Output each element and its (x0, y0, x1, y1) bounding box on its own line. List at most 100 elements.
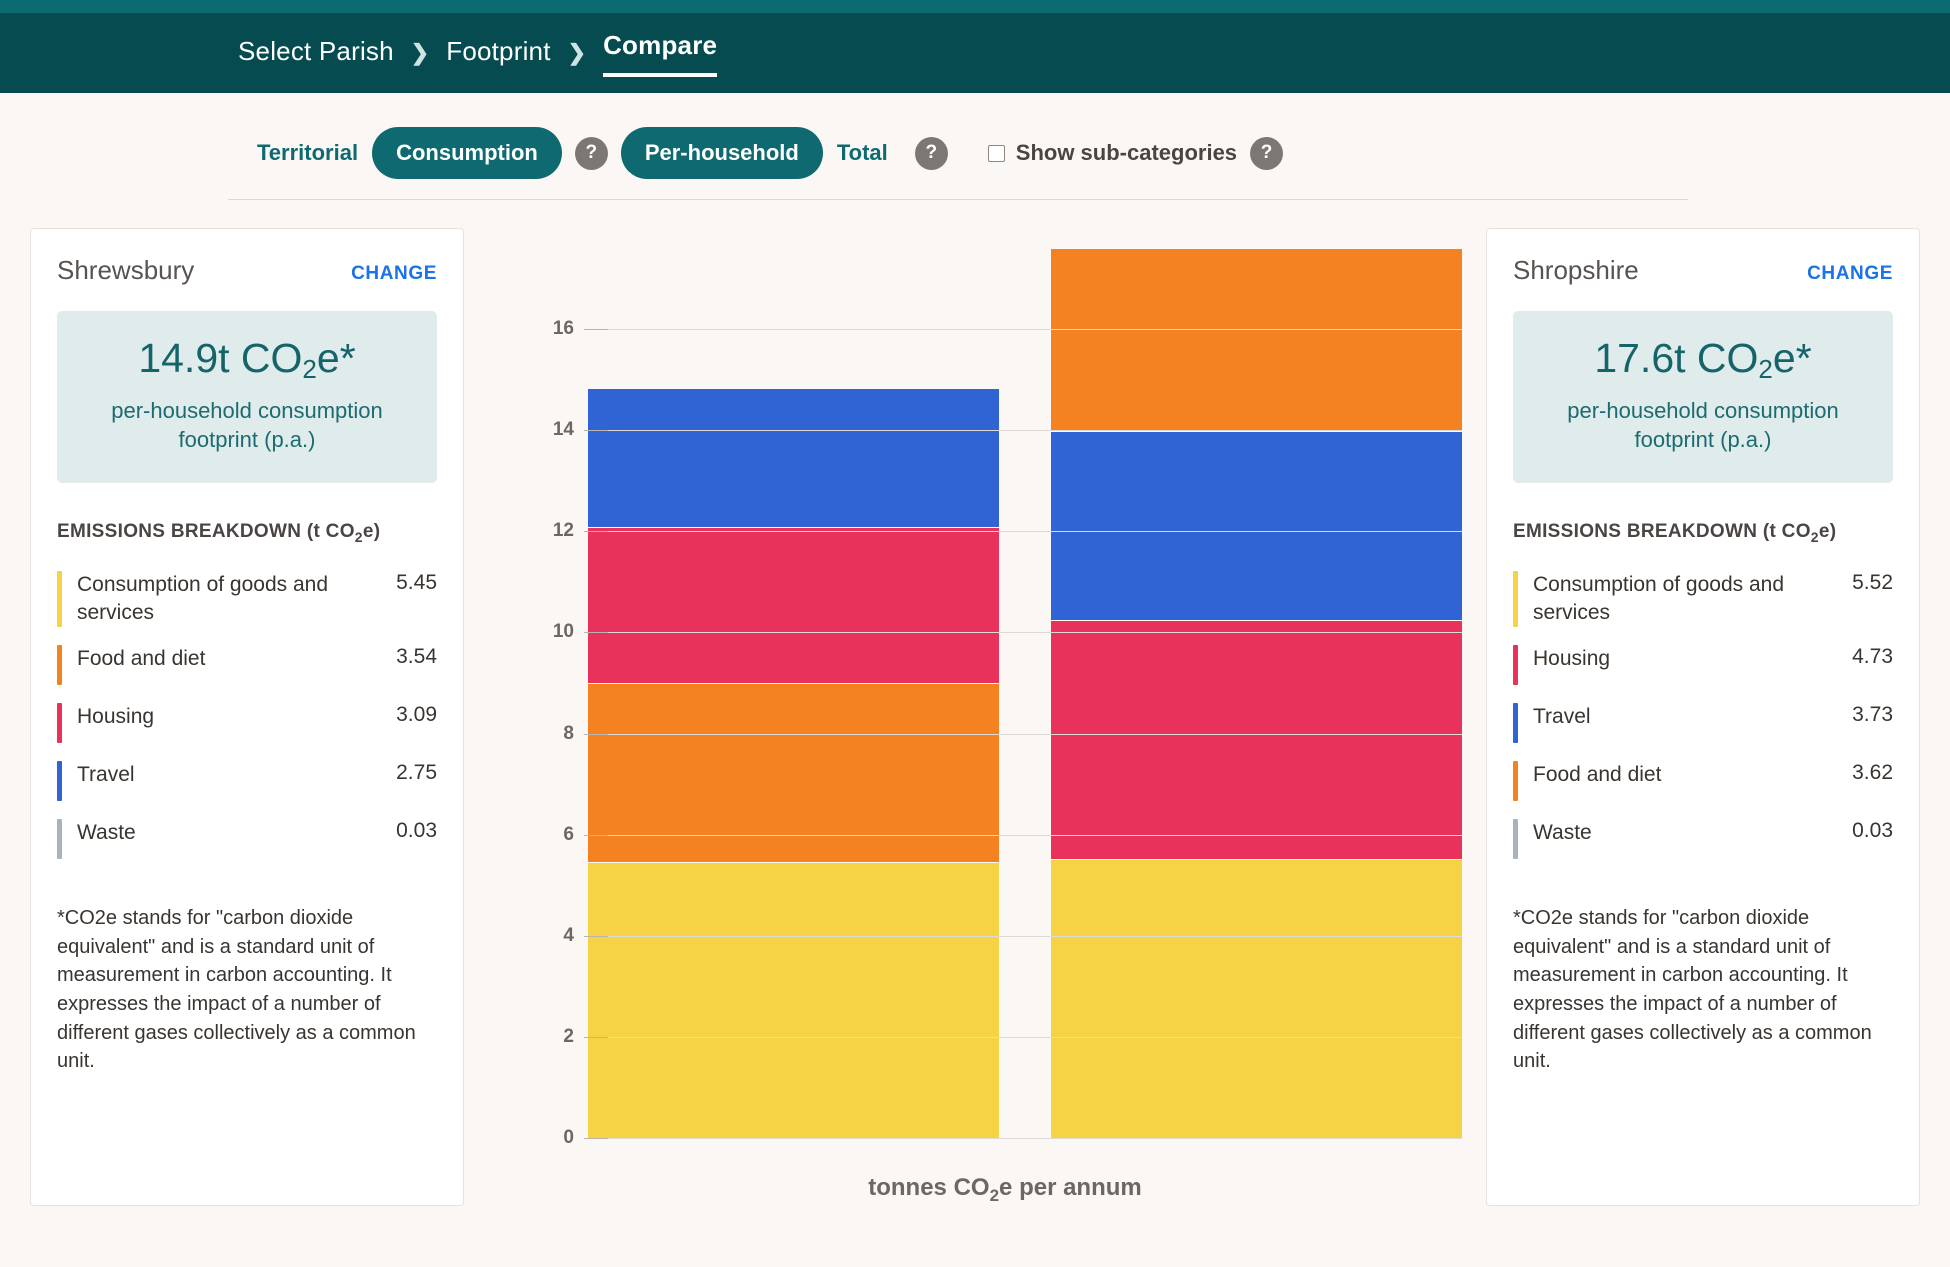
per-household-toggle[interactable]: Per-household (620, 127, 823, 179)
category-label: Consumption of goods and services (77, 573, 329, 625)
category-color-swatch (1513, 645, 1518, 686)
left-hero-sub: 2 (302, 354, 317, 384)
right-breakdown-title: EMISSIONS BREAKDOWN (t CO2e) (1513, 521, 1893, 545)
chart-plot-area: 0 2 4 6 8 10 12 14 16 (528, 238, 1462, 1148)
left-breakdown-title: EMISSIONS BREAKDOWN (t CO2e) (57, 521, 437, 545)
right-change-link[interactable]: CHANGE (1807, 263, 1893, 285)
category-value: 2.75 (396, 761, 437, 785)
left-card-header: Shrewsbury CHANGE (57, 255, 437, 286)
category-color-swatch (1513, 703, 1518, 744)
category-label: Housing (1533, 647, 1611, 671)
chart-gridline (588, 1138, 1462, 1139)
category-color-swatch (57, 645, 62, 686)
category-color-swatch (57, 819, 62, 860)
breakdown-row: Travel 3.73 (1513, 694, 1893, 752)
show-subcategories-label: Show sub-categories (1015, 140, 1238, 165)
chart-y-tick-label: 14 (552, 419, 574, 441)
chart-y-tick-label: 2 (563, 1025, 574, 1047)
category-value: 5.52 (1852, 571, 1893, 595)
territorial-toggle[interactable]: Territorial (243, 140, 372, 166)
left-breakdown-title-suffix: e) (362, 520, 381, 542)
left-footnote: *CO2e stands for "carbon dioxide equival… (57, 907, 416, 1073)
right-hero-suffix: e* (1772, 335, 1812, 381)
category-value: 0.03 (1852, 819, 1893, 843)
show-subcategories-control[interactable]: Show sub-categories (987, 140, 1238, 166)
breakdown-row: Waste 0.03 (1513, 810, 1893, 868)
category-label: Waste (77, 821, 136, 845)
category-label: Food and diet (1533, 763, 1662, 787)
category-value: 3.73 (1852, 703, 1893, 727)
chart-tick-mark (584, 834, 608, 836)
help-icon[interactable]: ? (574, 136, 608, 170)
breakdown-row: Consumption of goods and services 5.45 (57, 562, 437, 636)
category-value: 4.73 (1852, 645, 1893, 669)
left-breakdown-list: Consumption of goods and services 5.45 Foo… (57, 562, 437, 868)
chart-bar-segment[interactable] (1051, 858, 1462, 1138)
breadcrumb: Select Parish ❯ Footprint ❯ Compare (0, 13, 1950, 93)
chart-y-tick-label: 16 (552, 318, 574, 339)
chart-x-axis-label: tonnes CO2e per annum (548, 1174, 1462, 1206)
chart-y-tick-label: 6 (563, 823, 574, 845)
category-label: Food and diet (77, 647, 206, 671)
left-place-name: Shrewsbury (57, 255, 195, 285)
category-color-swatch (57, 571, 62, 628)
left-breakdown-title-prefix: EMISSIONS BREAKDOWN (t CO (57, 520, 355, 542)
total-toggle[interactable]: Total (823, 140, 902, 166)
category-color-swatch (1513, 761, 1518, 802)
chart-bar-segment[interactable] (588, 862, 999, 1138)
chart-y-tick-label: 0 (563, 1127, 574, 1148)
help-icon[interactable]: ? (1250, 136, 1284, 170)
right-hero-metric: 17.6t CO2e* per-household consumption fo… (1513, 311, 1893, 483)
category-label: Consumption of goods and services (1533, 573, 1785, 625)
category-label: Travel (1533, 705, 1591, 729)
left-hero-caption: per-household consumption footprint (p.a… (111, 398, 383, 453)
show-subcategories-checkbox[interactable] (987, 144, 1005, 162)
consumption-toggle[interactable]: Consumption (372, 127, 562, 179)
breadcrumb-item-compare[interactable]: Compare (603, 30, 718, 77)
compare-stage: Shrewsbury CHANGE 14.9t CO2e* per-househ… (0, 200, 1950, 1206)
chart-bar-segment[interactable] (1051, 248, 1462, 432)
chart-stacked-bar[interactable] (1051, 238, 1462, 1138)
chevron-right-icon: ❯ (567, 40, 587, 65)
left-change-link[interactable]: CHANGE (351, 263, 437, 285)
chart-tick-mark (584, 1036, 608, 1038)
left-hero-suffix: e* (316, 335, 356, 381)
chart-bar-segment[interactable] (588, 527, 999, 684)
category-value: 0.03 (396, 819, 437, 843)
left-hero-value: 14.9t CO2e* (73, 335, 421, 385)
breadcrumb-item-select-parish[interactable]: Select Parish (238, 36, 394, 71)
right-hero-value-text: 17.6t CO (1594, 335, 1759, 381)
category-color-swatch (57, 703, 62, 744)
chevron-right-icon: ❯ (410, 40, 430, 65)
right-hero-sub: 2 (1758, 354, 1773, 384)
chart-gridline (588, 935, 1462, 937)
chart-tick-mark (584, 1138, 608, 1139)
chart-tick-mark (584, 632, 608, 634)
breakdown-row: Housing 3.09 (57, 694, 437, 752)
chart-gridline (588, 834, 1462, 836)
top-accent-strip (0, 0, 1950, 13)
breadcrumb-item-footprint[interactable]: Footprint (446, 36, 550, 71)
chart-tick-mark (584, 935, 608, 937)
breakdown-row: Food and diet 3.54 (57, 636, 437, 694)
chart-bar-segment[interactable] (1051, 431, 1462, 620)
right-breakdown-title-sub: 2 (1810, 528, 1819, 545)
category-label: Travel (77, 763, 135, 787)
chart-bar-segment[interactable] (1051, 619, 1462, 859)
left-hero-metric: 14.9t CO2e* per-household consumption fo… (57, 311, 437, 483)
chart-gridline (588, 632, 1462, 634)
breakdown-row: Housing 4.73 (1513, 636, 1893, 694)
category-label: Housing (77, 705, 155, 729)
right-breakdown-list: Consumption of goods and services 5.52 Hou… (1513, 562, 1893, 868)
category-color-swatch (57, 761, 62, 802)
breakdown-row: Travel 2.75 (57, 752, 437, 810)
help-icon[interactable]: ? (914, 136, 948, 170)
right-hero-value: 17.6t CO2e* (1529, 335, 1877, 385)
chart-y-tick-label: 12 (552, 520, 574, 542)
chart-y-tick-label: 4 (563, 924, 574, 946)
left-hero-value-text: 14.9t CO (138, 335, 303, 381)
chart-bar-segment[interactable] (588, 388, 999, 528)
right-footnote: *CO2e stands for "carbon dioxide equival… (1513, 907, 1872, 1073)
chart-stacked-bar[interactable] (588, 238, 999, 1138)
x-axis-label-suffix: e per annum (999, 1174, 1142, 1201)
